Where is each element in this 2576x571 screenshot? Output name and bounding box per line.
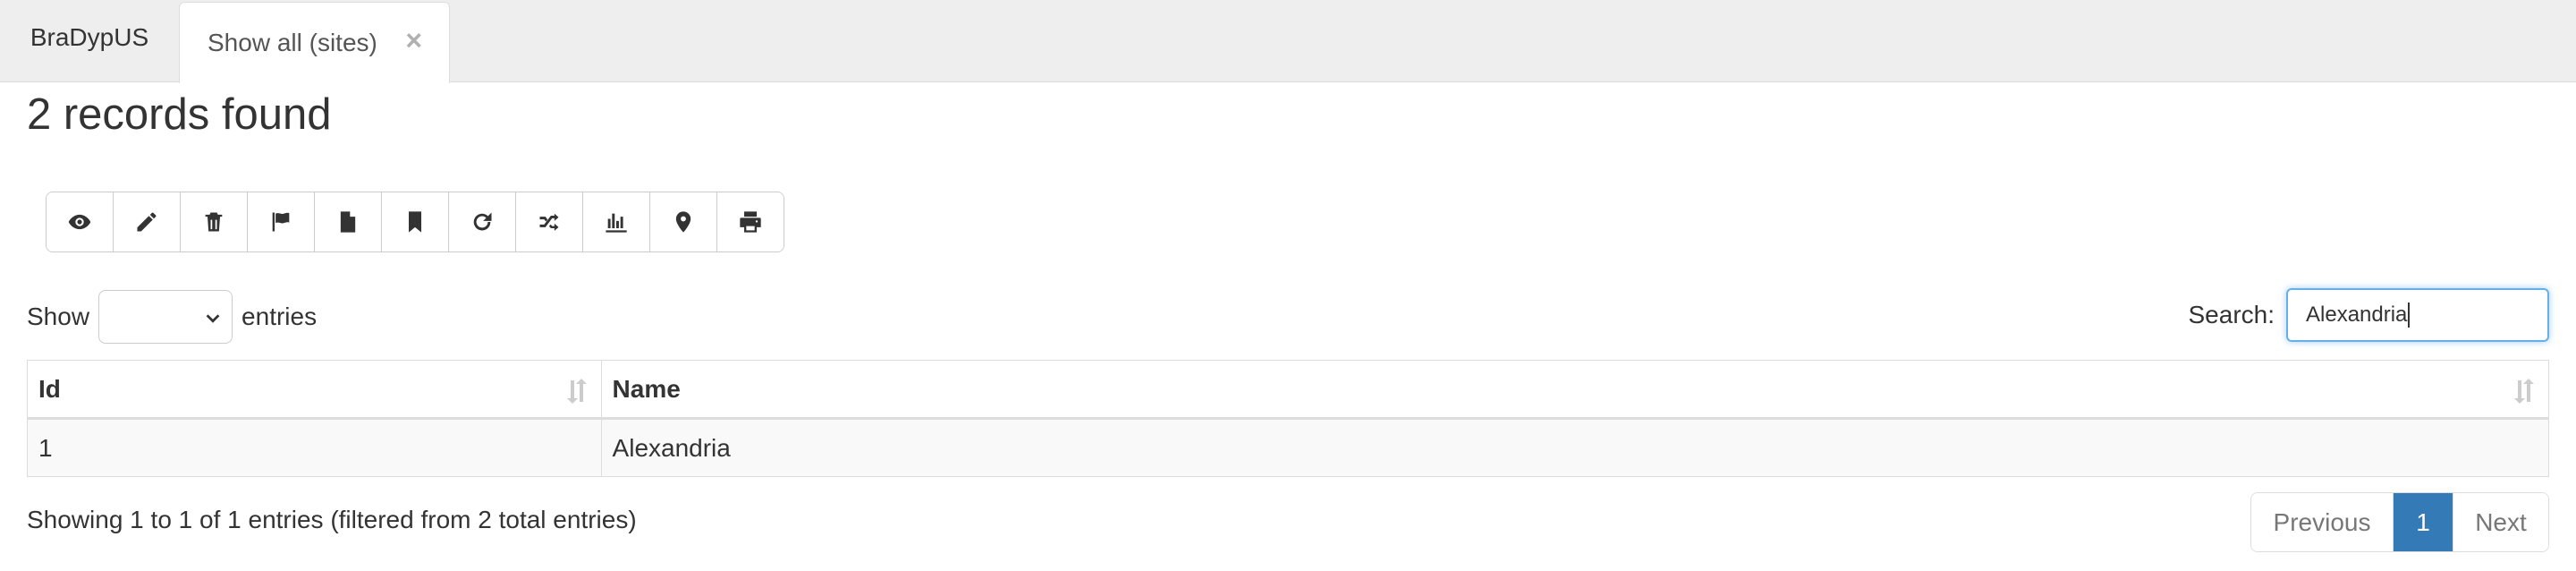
- edit-button[interactable]: [114, 192, 181, 251]
- table-cell-name: Alexandria: [600, 420, 2548, 476]
- previous-button[interactable]: Previous: [2251, 493, 2394, 551]
- column-header-label: Id: [38, 374, 61, 403]
- trash-icon: [205, 212, 223, 232]
- shuffle-icon: [539, 213, 559, 231]
- text-caret: [2408, 303, 2411, 328]
- map-button[interactable]: [650, 192, 717, 251]
- chart-button[interactable]: [583, 192, 650, 251]
- search-control: Search: Alexandria: [2188, 286, 2549, 344]
- chevron-down-icon: [206, 314, 220, 323]
- tab-bar: BraDypUS Show all (sites) ×: [0, 0, 2576, 83]
- table-cell-id: 1: [38, 433, 53, 462]
- entries-select[interactable]: [98, 290, 233, 344]
- print-button[interactable]: [717, 192, 784, 251]
- table-info: Showing 1 to 1 of 1 entries (filtered fr…: [27, 506, 637, 533]
- sort-icon: [566, 379, 587, 404]
- chart-icon: [606, 213, 627, 233]
- tab-label: Show all (sites): [208, 29, 377, 56]
- delete-button[interactable]: [181, 192, 248, 251]
- next-button[interactable]: Next: [2453, 493, 2548, 551]
- bookmark-button[interactable]: [382, 192, 449, 251]
- pagination: Previous 1 Next: [2250, 492, 2549, 552]
- page-title: 2 records found: [27, 90, 332, 139]
- refresh-icon: [473, 212, 492, 231]
- print-icon: [740, 211, 761, 233]
- tab-show-all-sites[interactable]: Show all (sites) ×: [179, 2, 450, 83]
- flag-button[interactable]: [248, 192, 315, 251]
- refresh-button[interactable]: [449, 192, 516, 251]
- show-label: Show: [27, 303, 90, 330]
- eye-icon: [68, 214, 91, 230]
- table-row[interactable]: 1 Alexandria: [28, 420, 2548, 476]
- column-header-name[interactable]: Name: [600, 361, 2548, 417]
- search-label: Search:: [2188, 301, 2275, 328]
- tab-brand[interactable]: BraDypUS: [0, 0, 179, 82]
- entries-label: entries: [242, 303, 318, 330]
- column-header-id[interactable]: Id: [28, 361, 601, 417]
- file-button[interactable]: [315, 192, 382, 251]
- toolbar: [46, 192, 784, 252]
- length-control: Show entries: [27, 290, 317, 344]
- file-icon: [340, 211, 356, 233]
- search-input[interactable]: Alexandria: [2286, 288, 2549, 342]
- column-header-label: Name: [612, 374, 681, 403]
- view-button[interactable]: [47, 192, 114, 251]
- close-icon[interactable]: ×: [405, 26, 422, 55]
- page-1-button[interactable]: 1: [2394, 493, 2453, 551]
- flag-icon: [272, 212, 290, 232]
- map-marker-icon: [675, 211, 691, 233]
- pencil-icon: [137, 212, 157, 232]
- search-value: Alexandria: [2306, 303, 2408, 327]
- table-header: Id Name: [28, 361, 2548, 420]
- shuffle-button[interactable]: [516, 192, 583, 251]
- results-table: Id Name 1 Alexandria: [27, 360, 2549, 477]
- sort-icon: [2514, 379, 2534, 404]
- bookmark-icon: [409, 211, 421, 233]
